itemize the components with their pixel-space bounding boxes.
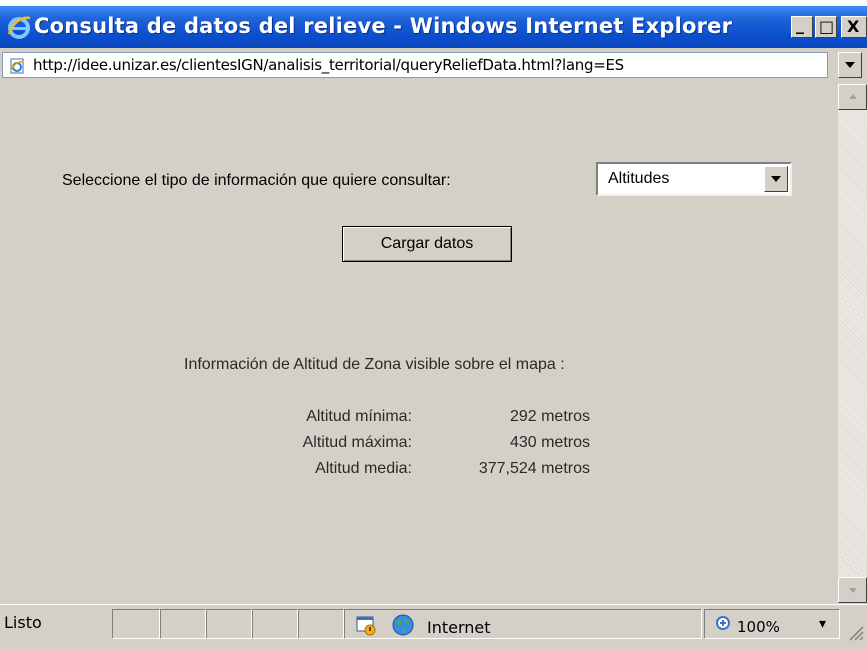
zoom-panel[interactable]: 100% ▾ [704,609,840,639]
title-bar[interactable]: Consulta de datos del relieve - Windows … [0,6,867,48]
page-content: Seleccione el tipo de información que qu… [4,84,838,603]
zone-panel[interactable]: Internet [344,609,702,639]
security-icon [356,616,376,636]
globe-icon [392,614,414,636]
min-altitude-value: 292 metros [509,408,590,425]
vertical-scrollbar[interactable] [838,84,867,603]
status-text: Listo [4,613,42,632]
scroll-down-button[interactable] [838,577,867,603]
minimize-button[interactable]: _ [791,16,813,38]
chevron-down-icon [771,176,781,182]
info-heading: Información de Altitud de Zona visible s… [184,356,565,373]
page-icon [10,58,24,74]
query-type-label: Seleccione el tipo de información que qu… [62,172,451,189]
status-panel [160,609,206,639]
status-bar: Listo Internet 100% ▾ [0,604,867,649]
zoom-icon [716,616,730,630]
query-type-value: Altitudes [608,170,670,187]
status-panel [252,609,298,639]
close-icon: X [847,17,860,36]
mean-altitude-value: 377,524 metros [478,460,590,477]
status-panel [112,609,160,639]
status-panel [298,609,344,639]
min-altitude-label: Altitud mínima: [306,408,412,425]
chevron-down-icon [845,62,855,68]
address-field[interactable]: http://idee.unizar.es/clientesIGN/analis… [2,52,828,78]
status-panel [206,609,252,639]
mean-altitude-label: Altitud media: [315,460,412,477]
zone-label: Internet [427,618,491,637]
maximize-button[interactable]: □ [815,16,837,38]
address-bar: http://idee.unizar.es/clientesIGN/analis… [0,48,867,82]
load-data-button[interactable]: Cargar datos [342,226,512,262]
ie-logo-icon [7,16,31,39]
window-title: Consulta de datos del relieve - Windows … [34,14,733,38]
close-button[interactable]: X [841,16,867,38]
arrow-down-icon [849,588,857,593]
zoom-level: 100% [737,618,780,636]
minimize-icon: _ [796,15,804,34]
query-type-select[interactable]: Altitudes [596,162,792,196]
select-arrow-button[interactable] [764,166,788,192]
scroll-up-button[interactable] [838,84,867,110]
max-altitude-value: 430 metros [509,434,590,451]
resize-grip-icon[interactable] [846,623,864,641]
zoom-dropdown-icon[interactable]: ▾ [819,616,826,632]
address-url: http://idee.unizar.es/clientesIGN/analis… [33,56,624,74]
arrow-up-icon [849,94,857,99]
address-dropdown-button[interactable] [838,52,862,78]
maximize-icon: □ [819,17,835,36]
max-altitude-label: Altitud máxima: [302,434,412,451]
browser-window: Consulta de datos del relieve - Windows … [0,6,867,649]
